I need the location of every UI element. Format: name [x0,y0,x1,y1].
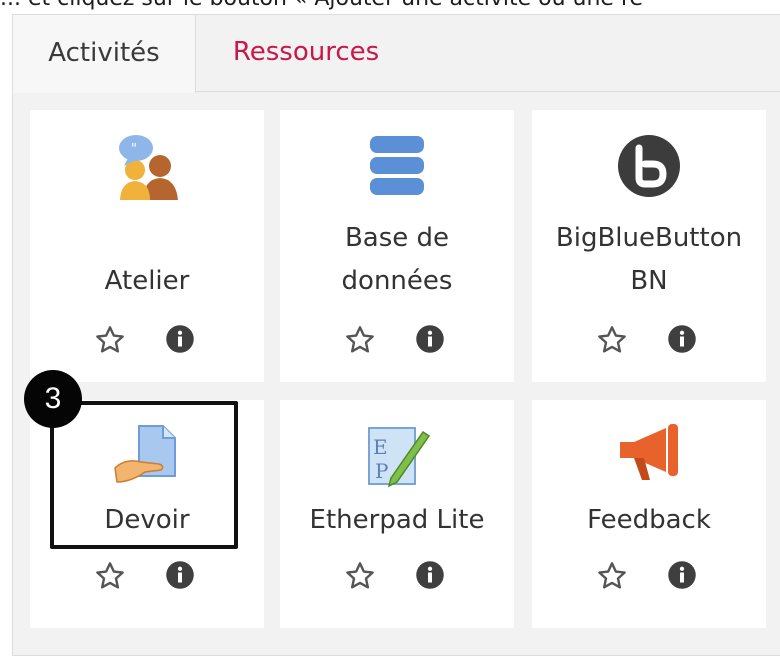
card-label: BN [630,266,668,296]
info-icon[interactable] [667,324,697,354]
info-icon[interactable] [415,560,445,590]
card-actions [532,560,766,594]
feedback-icon [532,422,766,482]
workshop-icon: " [30,132,264,202]
svg-text:E: E [373,435,388,459]
step-badge: 3 [24,370,82,428]
activity-card-etherpad-lite[interactable]: E P Etherpad Lite [280,400,514,628]
star-icon[interactable] [94,560,126,592]
activity-card-bigbluebutton[interactable]: BigBlueButton BN [532,110,766,382]
card-actions [280,560,514,594]
info-icon[interactable] [415,324,445,354]
card-actions [280,324,514,358]
card-label: Base de [344,223,450,253]
svg-text:": " [131,142,137,157]
activity-card-atelier[interactable]: " Atelier [30,110,264,382]
bigbluebutton-icon [532,134,766,198]
card-label: Atelier [104,266,190,296]
tab-activites[interactable]: Activités [12,14,196,93]
database-icon [280,134,514,198]
instruction-text: ... et cliquez sur le bouton « Ajouter u… [0,0,780,10]
card-label: BigBlueButton [555,223,743,253]
activity-tabs: Activités Ressources [12,14,780,93]
star-icon[interactable] [596,560,628,592]
card-label: données [341,266,453,296]
tab-divider [195,91,780,92]
highlight-box [50,401,238,549]
activity-card-feedback[interactable]: Feedback [532,400,766,628]
etherpad-icon: E P [280,422,514,490]
star-icon[interactable] [94,324,126,356]
card-label: Etherpad Lite [309,505,485,535]
svg-text:P: P [375,459,388,483]
info-icon[interactable] [667,560,697,590]
info-icon[interactable] [165,324,195,354]
card-actions [30,560,264,594]
activity-card-base-de-donnees[interactable]: Base de données [280,110,514,382]
card-label: Feedback [587,505,711,535]
card-actions [30,324,264,358]
star-icon[interactable] [344,324,376,356]
star-icon[interactable] [596,324,628,356]
info-icon[interactable] [165,560,195,590]
star-icon[interactable] [344,560,376,592]
card-actions [532,324,766,358]
tab-ressources[interactable]: Ressources [196,14,416,92]
